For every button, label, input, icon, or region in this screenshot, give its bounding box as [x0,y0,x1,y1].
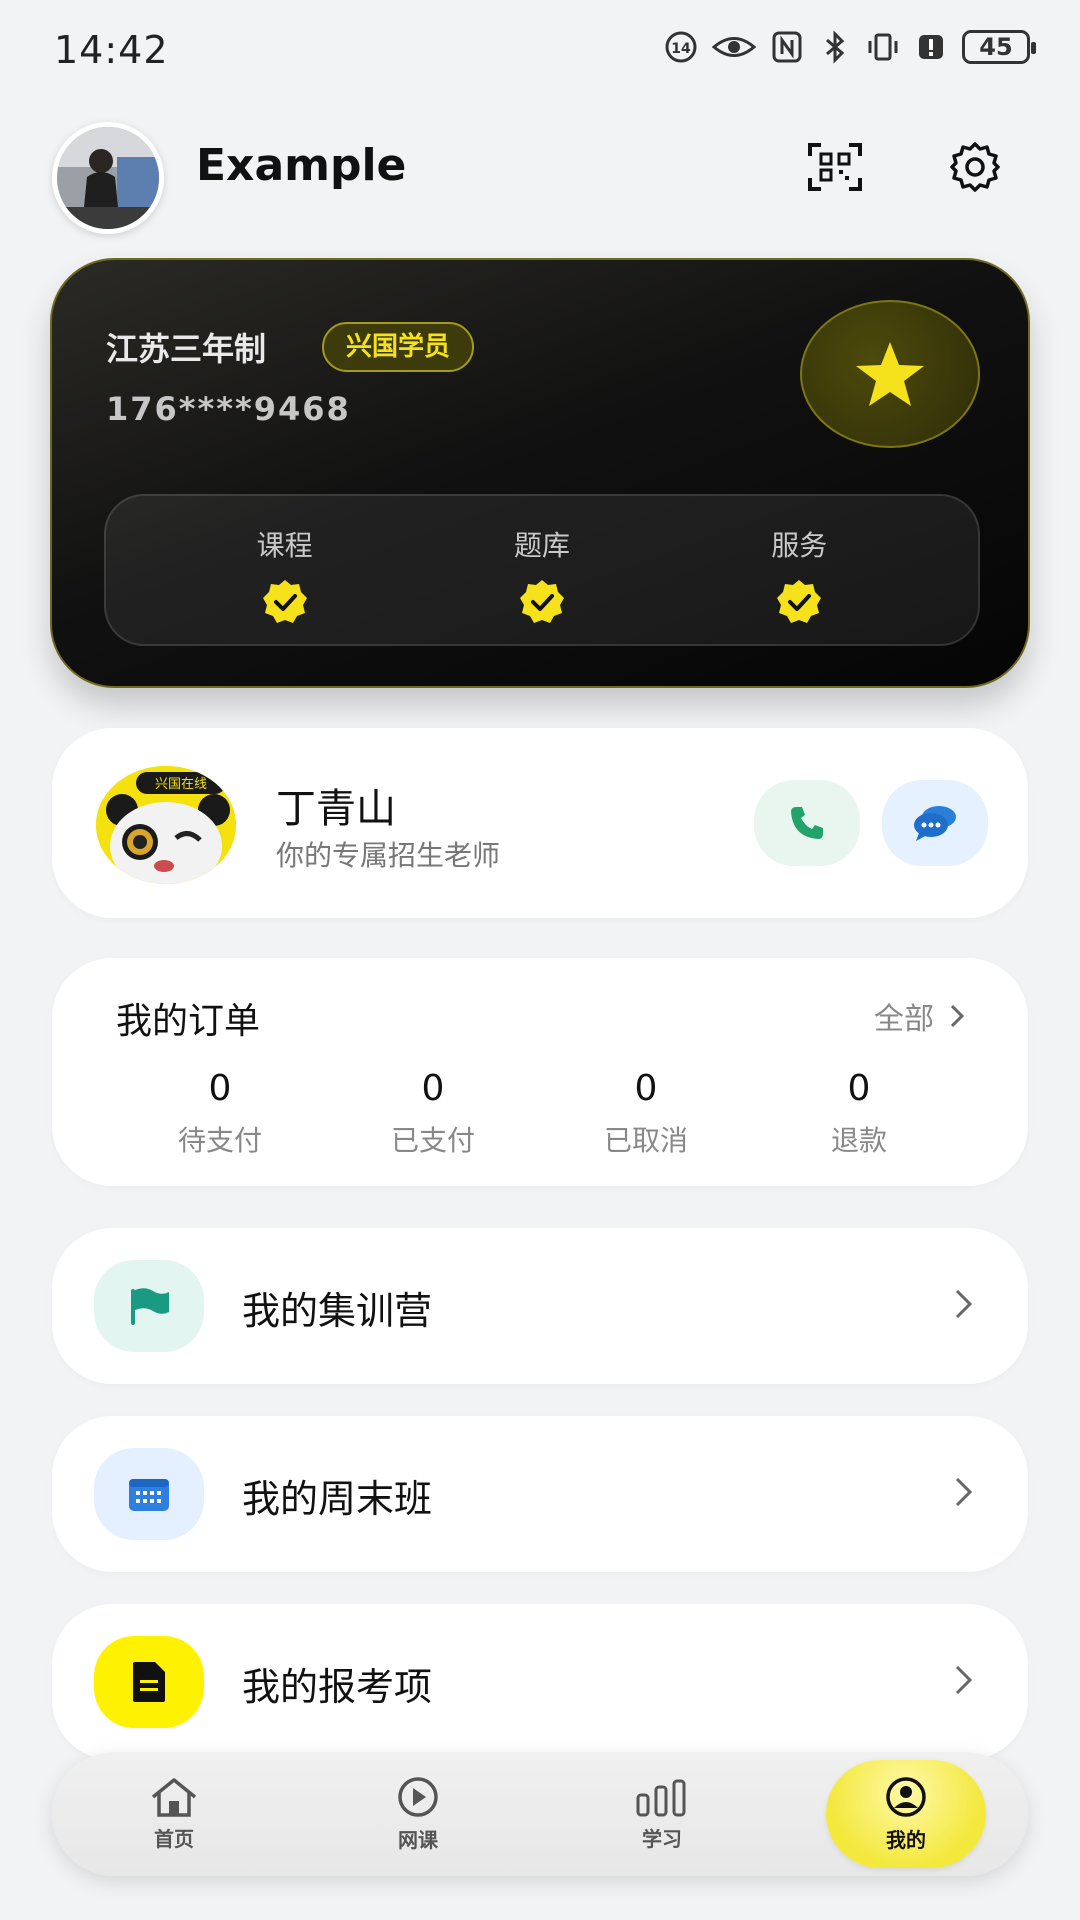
qr-scan-button[interactable] [800,132,870,202]
menu-exam-registration[interactable]: 我的报考项 [52,1604,1028,1760]
verified-check-icon [519,580,564,623]
nav-label: 我的 [886,1827,926,1852]
nav-mine[interactable]: 我的 [826,1760,986,1868]
chat-bubbles-icon [914,806,956,841]
teacher-avatar: 兴国在线 [96,766,236,884]
profile-icon [886,1776,926,1817]
alert-icon [919,35,943,59]
orders-title: 我的订单 [116,1001,261,1042]
gear-icon [950,142,1000,192]
benefit-question-bank: 题库 [442,496,642,644]
orders-view-all-link[interactable]: 全部 [874,994,966,1038]
home-icon [151,1777,197,1817]
bars-icon [636,1779,686,1816]
orders-card: 我的订单 全部 0 待支付 0 已支付 0 已取消 0 退款 [52,958,1028,1186]
order-stat-paid[interactable]: 0 已支付 [353,1068,513,1159]
star-icon [856,342,924,406]
chevron-right-icon [955,1289,973,1319]
benefit-service: 服务 [699,496,899,644]
phone-icon [791,807,823,839]
order-label: 已支付 [390,1124,475,1157]
chevron-right-icon [950,1004,965,1028]
qr-code-icon [808,143,862,191]
order-stat-cancelled[interactable]: 0 已取消 [566,1068,726,1159]
settings-button[interactable] [940,132,1010,202]
member-phone: 176****9468 [106,390,351,428]
nav-online-course[interactable]: 网课 [296,1752,540,1876]
hd-signal-icon: 14 [665,31,697,63]
battery-indicator: 45 [962,30,1036,64]
bluetooth-icon [826,30,845,64]
menu-weekend-class[interactable]: 我的周末班 [52,1416,1028,1572]
menu-icon-box [94,1448,204,1540]
chat-teacher-button[interactable] [882,780,988,866]
status-time: 14:42 [54,28,169,72]
avatar-photo [57,127,159,229]
teacher-description: 你的专属招生老师 [276,839,501,872]
order-label: 已取消 [603,1124,688,1157]
menu-icon-box [94,1260,204,1352]
order-count: 0 [634,1068,658,1109]
benefits-panel: 课程 题库 服务 [104,494,980,646]
order-stat-refund[interactable]: 0 退款 [779,1068,939,1159]
call-teacher-button[interactable] [754,780,860,866]
member-badge: 兴国学员 [322,322,475,372]
status-icons: 14 45 [664,30,1036,64]
svg-text:14: 14 [671,41,691,57]
nav-home[interactable]: 首页 [52,1752,296,1876]
member-plan-title: 江苏三年制 [106,330,267,368]
flag-icon [131,1288,169,1325]
benefit-label: 课程 [256,529,313,562]
play-icon [398,1776,438,1817]
benefit-course: 课程 [185,496,385,644]
menu-label: 我的报考项 [242,1665,433,1709]
user-avatar[interactable] [52,122,164,234]
chevron-right-icon [955,1665,973,1695]
mascot-logo-text: 兴国在线 [155,777,207,792]
order-count: 0 [847,1068,871,1109]
verified-check-icon [262,580,307,623]
vibrate-icon [868,33,898,61]
bottom-navigation: 首页 网课 学习 我的 [52,1752,1028,1876]
menu-label: 我的周末班 [242,1477,433,1521]
verified-check-icon [777,580,822,623]
menu-label: 我的集训营 [242,1289,433,1333]
document-icon [133,1662,165,1702]
orders-all-label: 全部 [874,1002,934,1037]
nav-label: 首页 [154,1826,194,1851]
nav-label: 学习 [642,1826,682,1851]
benefit-label: 服务 [771,529,828,562]
nav-study[interactable]: 学习 [540,1752,784,1876]
order-label: 待支付 [177,1124,262,1157]
calendar-icon [129,1479,169,1511]
nav-label: 网课 [398,1827,438,1852]
panda-mascot-image: 兴国在线 [96,766,236,884]
menu-training-camp[interactable]: 我的集训营 [52,1228,1028,1384]
eye-icon [712,37,756,57]
order-label: 退款 [830,1124,887,1157]
chevron-right-icon [955,1477,973,1507]
order-stat-pending[interactable]: 0 待支付 [140,1068,300,1159]
username: Example [196,140,407,191]
nfc-icon [772,31,802,63]
teacher-name: 丁青山 [276,786,396,832]
member-card[interactable]: 江苏三年制 兴国学员 176****9468 课程 题库 服务 [50,258,1030,688]
order-count: 0 [421,1068,445,1109]
star-badge [800,300,980,448]
benefit-label: 题库 [513,529,570,562]
order-count: 0 [208,1068,232,1109]
menu-icon-box [94,1636,204,1728]
teacher-card[interactable]: 兴国在线 丁青山 你的专属招生老师 [52,728,1028,918]
